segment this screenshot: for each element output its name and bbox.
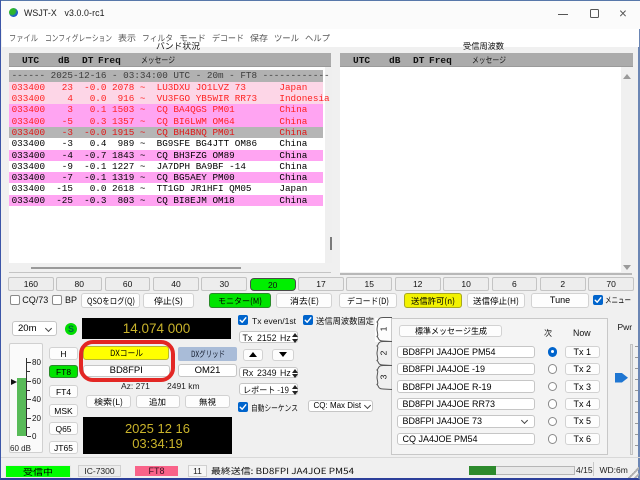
svg-text:2: 2 [379,350,389,355]
svg-text:1: 1 [379,326,389,331]
svg-text:3: 3 [379,374,389,379]
